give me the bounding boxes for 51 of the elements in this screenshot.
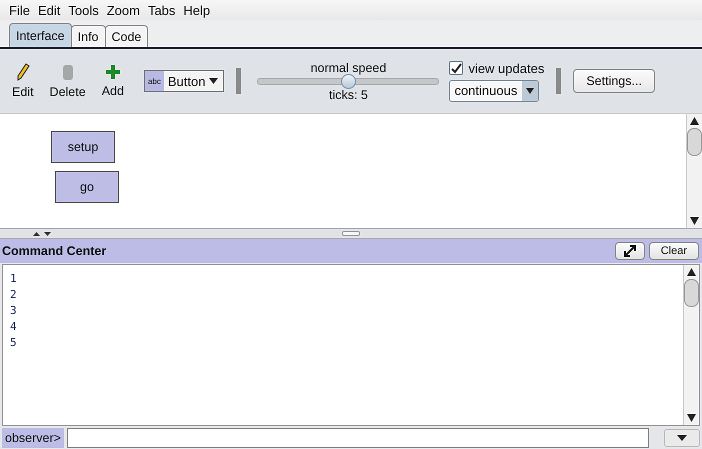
widget-type-dropdown[interactable]: abc Button	[144, 70, 224, 92]
plus-icon	[104, 64, 121, 80]
scroll-down-icon[interactable]	[690, 217, 699, 225]
output-line: 5	[10, 335, 18, 351]
scroll-down-icon[interactable]	[687, 414, 696, 422]
speed-label: normal speed	[310, 60, 386, 74]
scrollbar[interactable]	[686, 114, 702, 228]
expand-icon	[624, 245, 636, 257]
toolbar-separator	[556, 68, 562, 94]
menu-item[interactable]: Edit	[36, 2, 62, 18]
update-mode-dropdown[interactable]: continuous	[449, 80, 540, 102]
expand-button[interactable]	[614, 242, 645, 260]
scrollbar-thumb[interactable]	[687, 128, 702, 156]
tab[interactable]: Interface	[9, 23, 72, 47]
tool-button[interactable]: Edit	[8, 63, 38, 99]
trash-icon	[60, 63, 75, 81]
clear-button[interactable]: Clear	[648, 242, 699, 260]
agent-label[interactable]: observer>	[2, 428, 64, 448]
caret-icon	[209, 78, 218, 84]
output-line: 1	[10, 271, 18, 287]
ticks-label: ticks: 5	[328, 88, 368, 102]
menu-item[interactable]: Zoom	[106, 2, 141, 18]
scrollbar[interactable]	[683, 265, 699, 425]
menu-item[interactable]: Help	[182, 2, 212, 18]
menu-item[interactable]: File	[8, 2, 31, 18]
scroll-up-icon[interactable]	[690, 117, 699, 125]
output-line: 2	[10, 287, 18, 303]
settings-button[interactable]: Settings...	[573, 69, 655, 93]
toolbar-separator	[236, 68, 242, 94]
caret-icon	[677, 434, 687, 440]
splitter-handle[interactable]	[342, 231, 360, 236]
pencil-icon	[16, 63, 30, 81]
interface-button[interactable]: setup	[51, 131, 115, 163]
tool-button[interactable]: Add	[98, 64, 128, 98]
scroll-up-icon[interactable]	[687, 268, 696, 276]
view-updates-checkbox[interactable]: view updates	[449, 60, 544, 76]
interface-button[interactable]: go	[55, 171, 119, 203]
history-button[interactable]	[664, 428, 700, 446]
tab[interactable]: Info	[70, 25, 106, 47]
slider-thumb[interactable]	[341, 74, 356, 88]
output-line: 4	[10, 319, 18, 335]
menu-item[interactable]: Tabs	[146, 2, 176, 18]
tab[interactable]: Code	[104, 25, 148, 47]
output-line: 3	[10, 303, 18, 319]
command-input[interactable]	[66, 428, 649, 448]
command-center-title: Command Center	[2, 244, 108, 258]
checkbox[interactable]	[449, 61, 464, 75]
splitter-arrows-icon[interactable]	[33, 231, 53, 237]
caret-icon	[526, 88, 534, 94]
menu-item[interactable]: Tools	[67, 2, 100, 18]
scrollbar-thumb[interactable]	[684, 279, 699, 307]
